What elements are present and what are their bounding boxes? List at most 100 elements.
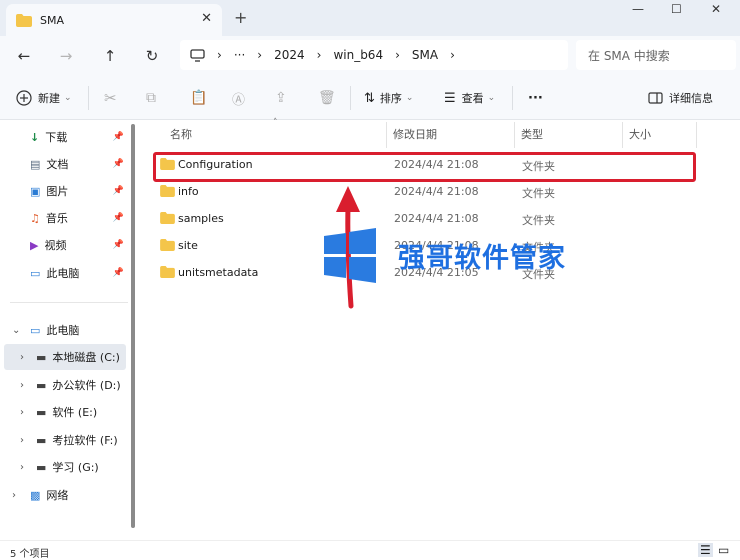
view-icon: ☰: [444, 90, 456, 106]
chevron-right-icon: ›: [316, 48, 322, 62]
up-button[interactable]: ↑: [98, 44, 122, 68]
paste-icon[interactable]: 📋: [190, 86, 207, 110]
folder-icon: [160, 239, 175, 251]
file-row-info[interactable]: info 2024/4/4 21:08 文件夹: [154, 179, 714, 206]
download-icon: ↓: [30, 130, 40, 144]
chevron-right-icon[interactable]: ›: [20, 380, 24, 391]
delete-icon[interactable]: 🗑: [318, 86, 336, 110]
file-date: 2024/4/4 21:08: [394, 185, 479, 198]
folder-icon: [160, 212, 175, 224]
sidebar-item-music[interactable]: ♫ 音乐 📌: [0, 205, 130, 231]
computer-icon: ▭: [30, 266, 41, 280]
address-bar[interactable]: › ··· › 2024 › win_b64 › SMA ›: [180, 40, 568, 70]
tab-title: SMA: [40, 13, 64, 27]
chevron-down-icon: ⌄: [64, 93, 72, 103]
sidebar-scrollbar[interactable]: [131, 124, 135, 528]
chevron-right-icon[interactable]: ›: [20, 435, 24, 446]
back-button[interactable]: ←: [12, 44, 36, 68]
highlight-box: [153, 152, 696, 182]
sidebar-item-drive-f[interactable]: › ▬ 考拉软件 (F:): [0, 427, 130, 453]
sort-label: 排序: [379, 92, 402, 105]
breadcrumb-sma[interactable]: SMA: [412, 48, 438, 62]
sidebar-item-drive-d[interactable]: › ▬ 办公软件 (D:): [0, 372, 130, 398]
tiles-view-icon[interactable]: ▭: [718, 543, 729, 557]
sidebar-item-this-pc[interactable]: ⌄ ▭ 此电脑: [0, 317, 130, 343]
monitor-icon: [190, 48, 205, 62]
sidebar-item-this-pc-quick[interactable]: ▭ 此电脑 📌: [0, 260, 130, 286]
rename-icon[interactable]: Ⓐ: [232, 86, 245, 110]
column-header-type[interactable]: 类型: [521, 120, 543, 148]
column-header-date[interactable]: 修改日期: [393, 120, 437, 148]
column-header-name[interactable]: 名称: [170, 120, 192, 148]
drive-icon: ▬: [36, 405, 47, 419]
pin-icon: 📌: [112, 132, 124, 142]
details-view-icon[interactable]: ☰: [698, 543, 713, 557]
details-button[interactable]: 详细信息: [648, 86, 713, 110]
sidebar-item-network[interactable]: › ▩ 网络: [0, 482, 130, 508]
address-more-button[interactable]: ···: [234, 48, 245, 62]
music-icon: ♫: [30, 211, 40, 225]
sidebar-item-pictures[interactable]: ▣ 图片 📌: [0, 178, 130, 204]
sidebar-item-drive-c[interactable]: › ▬ 本地磁盘 (C:): [4, 344, 126, 370]
new-tab-button[interactable]: +: [234, 8, 247, 27]
breadcrumb-win-b64[interactable]: win_b64: [333, 48, 383, 62]
forward-button[interactable]: →: [54, 44, 78, 68]
column-divider: [696, 122, 697, 148]
pin-icon: 📌: [112, 268, 124, 278]
search-box[interactable]: 在 SMA 中搜索: [576, 40, 736, 70]
drive-icon: ▬: [36, 350, 47, 364]
navigation-bar: ← → ↑ ↻ › ··· › 2024 › win_b64 › SMA › 在…: [0, 36, 740, 76]
sort-button[interactable]: ⇅ 排序 ⌄: [364, 86, 413, 110]
sidebar-item-label: 此电脑: [46, 267, 80, 280]
folder-icon: [16, 13, 32, 27]
command-bar: 新建 ⌄ ✂ ⧉ 📋 Ⓐ ⇪ 🗑 ⇅ 排序 ⌄ ☰ 查看 ⌄ ··· 详细信息: [0, 76, 740, 120]
chevron-right-icon[interactable]: ›: [20, 462, 24, 473]
folder-icon: [160, 185, 175, 197]
maximize-button[interactable]: ☐: [671, 2, 682, 20]
view-button[interactable]: ☰ 查看 ⌄: [444, 86, 495, 110]
close-window-button[interactable]: ✕: [711, 2, 721, 20]
sort-indicator-icon: ˄: [273, 118, 278, 128]
file-date: 2024/4/4 21:08: [394, 212, 479, 225]
sidebar-item-videos[interactable]: ▶ 视频 📌: [0, 232, 130, 258]
toolbar-divider: [350, 86, 351, 110]
more-options-button[interactable]: ···: [528, 86, 543, 110]
copy-icon[interactable]: ⧉: [146, 86, 156, 110]
sidebar-item-downloads[interactable]: ↓ 下载 📌: [0, 124, 130, 150]
share-icon[interactable]: ⇪: [275, 86, 287, 110]
new-button[interactable]: 新建 ⌄: [16, 86, 72, 110]
drive-icon: ▬: [36, 433, 47, 447]
chevron-down-icon[interactable]: ⌄: [12, 325, 20, 336]
watermark-text: 强哥软件管家: [398, 243, 566, 274]
tab-sma[interactable]: SMA ✕: [6, 4, 222, 36]
breadcrumb-2024[interactable]: 2024: [274, 48, 305, 62]
column-divider: [622, 122, 623, 148]
pin-icon: 📌: [112, 240, 124, 250]
sidebar-item-drive-e[interactable]: › ▬ 软件 (E:): [0, 399, 130, 425]
cut-icon[interactable]: ✂: [104, 86, 117, 110]
chevron-right-icon[interactable]: ›: [12, 490, 16, 501]
chevron-right-icon: ›: [450, 48, 455, 62]
tab-close-button[interactable]: ✕: [201, 11, 212, 26]
sidebar-item-label: 视频: [44, 239, 67, 252]
chevron-right-icon: ›: [257, 48, 263, 62]
minimize-button[interactable]: —: [632, 2, 644, 20]
sidebar-item-drive-g[interactable]: › ▬ 学习 (G:): [0, 454, 130, 480]
pictures-icon: ▣: [30, 184, 41, 198]
sidebar-item-label: 音乐: [45, 212, 68, 225]
search-placeholder: 在 SMA 中搜索: [588, 48, 670, 63]
video-icon: ▶: [30, 238, 39, 252]
sidebar-item-label: 软件 (E:): [52, 406, 98, 419]
refresh-button[interactable]: ↻: [140, 44, 164, 68]
title-bar: SMA ✕ + — ☐ ✕: [0, 0, 740, 36]
column-header-size[interactable]: 大小: [629, 120, 651, 148]
sidebar-item-label: 网络: [46, 489, 69, 502]
chevron-right-icon[interactable]: ›: [20, 352, 24, 363]
new-label: 新建: [38, 92, 60, 105]
navigation-pane: ↓ 下载 📌 ▤ 文档 📌 ▣ 图片 📌 ♫ 音乐 📌 ▶ 视频 📌 ▭ 此电脑…: [0, 120, 138, 540]
sidebar-item-documents[interactable]: ▤ 文档 📌: [0, 151, 130, 177]
sidebar-divider: [10, 302, 128, 303]
chevron-right-icon[interactable]: ›: [20, 407, 24, 418]
computer-icon: ▭: [30, 323, 41, 337]
chevron-right-icon: ›: [395, 48, 400, 62]
